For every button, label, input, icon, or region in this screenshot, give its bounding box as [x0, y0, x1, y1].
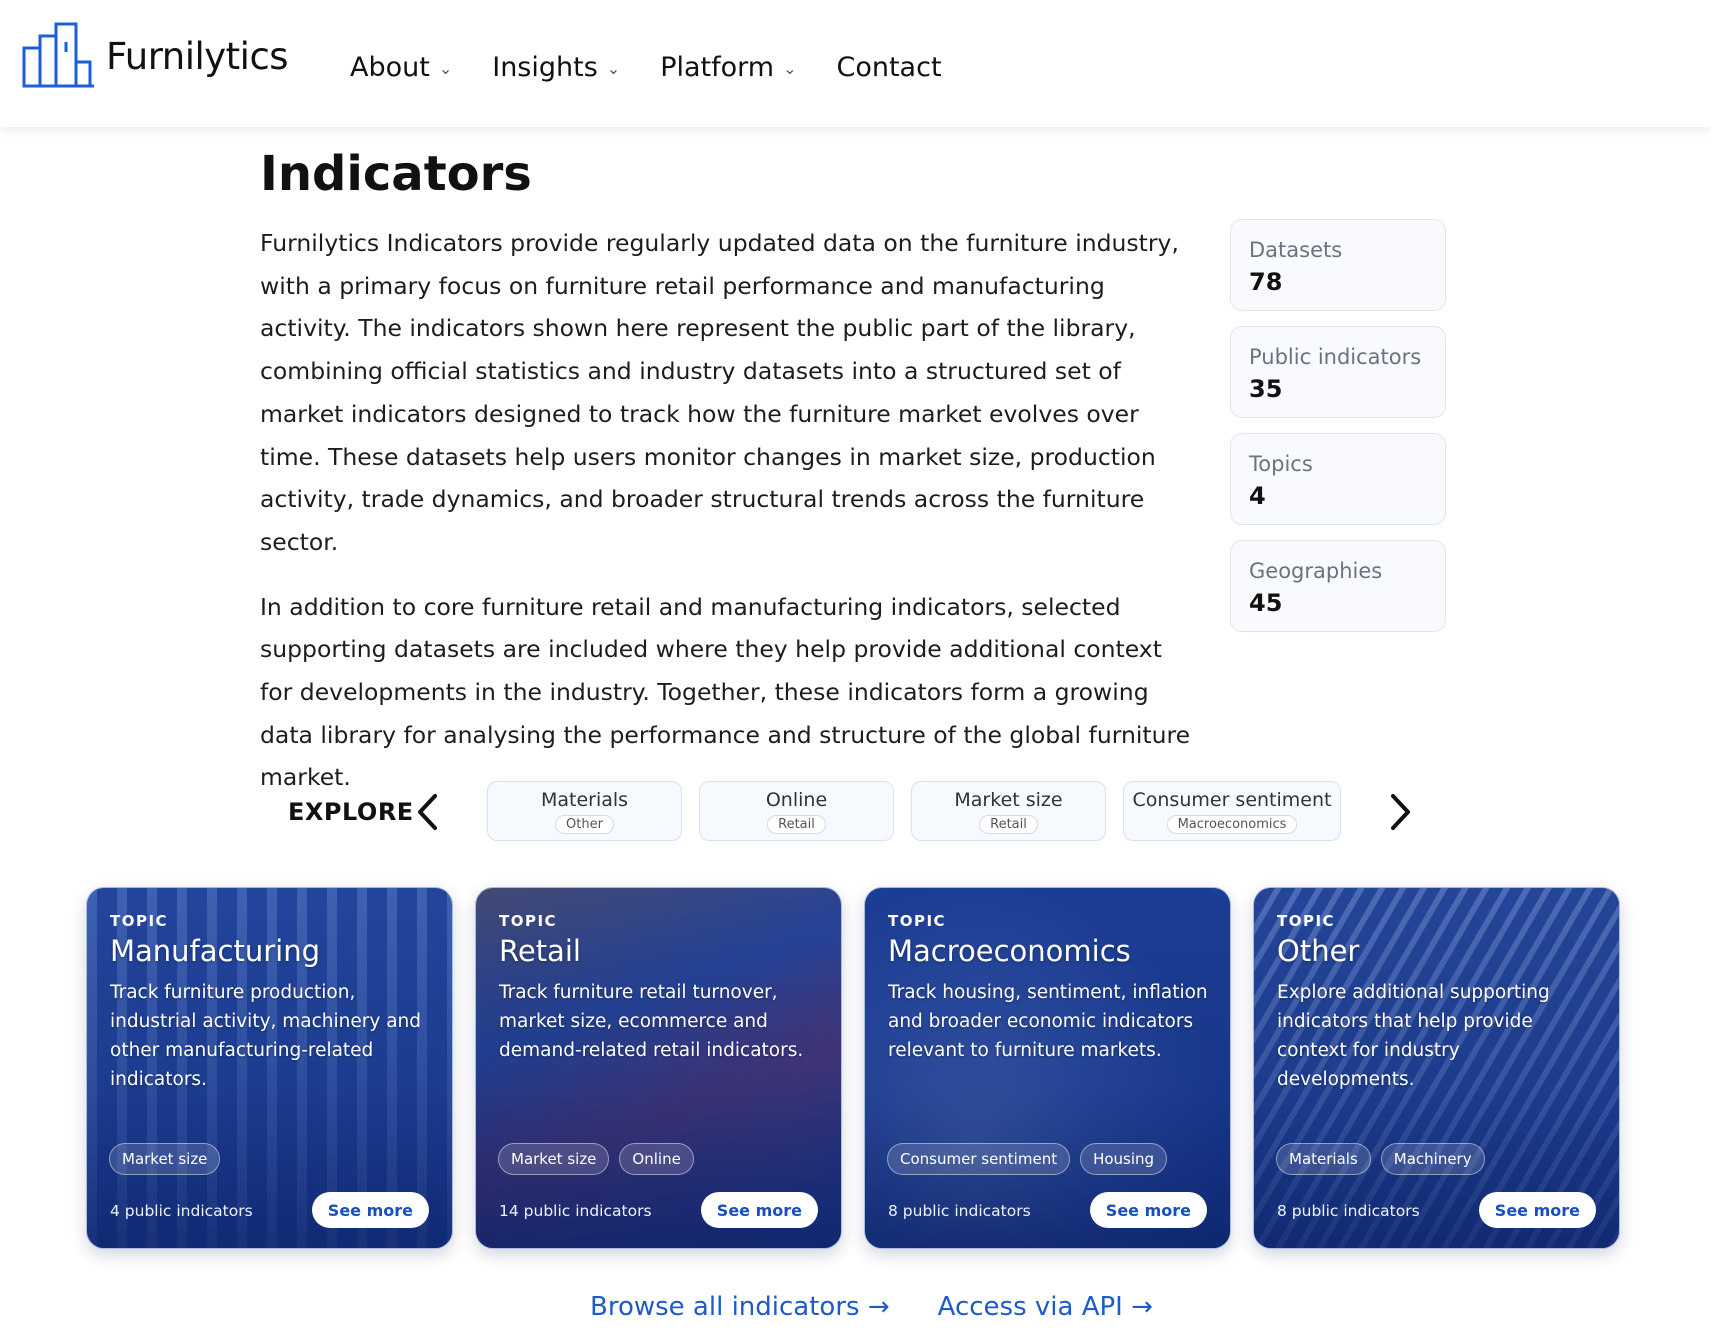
card-indicator-count: 14 public indicators [499, 1202, 652, 1220]
chip-title: Market size [954, 788, 1063, 811]
intro-paragraph: In addition to core furniture retail and… [260, 592, 1191, 792]
chip-consumer-sentiment[interactable]: Consumer sentiment Macroeconomics [1123, 781, 1341, 841]
card-tags: Consumer sentiment Housing [887, 1143, 1168, 1175]
nav-insights-label: Insights [492, 52, 598, 83]
bar-chart-logo-icon [22, 22, 94, 88]
card-title: Retail [499, 934, 581, 968]
stat-label: Datasets [1249, 238, 1343, 262]
chip-topic-badge: Retail [767, 814, 826, 834]
intro-paragraph: Furnilytics Indicators provide regularly… [260, 229, 1179, 556]
card-tag[interactable]: Machinery [1380, 1143, 1485, 1175]
topic-card-macroeconomics[interactable]: TOPIC Macroeconomics Track housing, sent… [864, 887, 1231, 1249]
main-nav: About ⌄ Insights ⌄ Platform ⌄ Contact [350, 52, 942, 83]
stat-label: Topics [1249, 452, 1313, 476]
topic-card-other[interactable]: TOPIC Other Explore additional supportin… [1253, 887, 1620, 1249]
explore-label: EXPLORE [288, 798, 414, 826]
chip-topic-badge: Other [555, 814, 614, 834]
stat-datasets: Datasets 78 [1230, 219, 1446, 311]
chevron-left-icon [418, 794, 437, 830]
nav-about-label: About [350, 52, 430, 83]
nav-platform[interactable]: Platform ⌄ [660, 52, 796, 83]
chevron-right-icon [1391, 794, 1410, 830]
nav-insights[interactable]: Insights ⌄ [492, 52, 620, 83]
card-title: Other [1277, 934, 1360, 968]
card-description: Track furniture retail turnover, market … [499, 982, 804, 1061]
chevron-down-icon: ⌄ [606, 59, 621, 78]
browse-all-indicators-link[interactable]: Browse all indicators → [590, 1292, 890, 1322]
chevron-down-icon: ⌄ [438, 59, 453, 78]
access-via-api-link[interactable]: Access via API → [938, 1292, 1153, 1322]
bottom-links: Browse all indicators → Access via API → [590, 1292, 1153, 1322]
card-tags: Materials Machinery [1276, 1143, 1485, 1175]
card-tags: Market size Online [498, 1143, 694, 1175]
card-topic-label: TOPIC [110, 912, 169, 930]
card-topic-label: TOPIC [499, 912, 558, 930]
card-tag[interactable]: Materials [1276, 1143, 1371, 1175]
card-tag[interactable]: Consumer sentiment [887, 1143, 1071, 1175]
stat-geographies: Geographies 45 [1230, 540, 1446, 632]
nav-platform-label: Platform [660, 52, 775, 83]
card-title: Macroeconomics [888, 934, 1131, 968]
chip-online[interactable]: Online Retail [699, 781, 894, 841]
chip-topic-badge: Retail [979, 814, 1038, 834]
card-tag[interactable]: Market size [498, 1143, 610, 1175]
brand-logo[interactable]: Furnilytics [22, 22, 289, 90]
card-tags: Market size [109, 1143, 221, 1175]
card-title: Manufacturing [110, 934, 320, 968]
card-indicator-count: 4 public indicators [110, 1202, 253, 1220]
stat-public-indicators: Public indicators 35 [1230, 326, 1446, 418]
stat-value: 4 [1249, 482, 1266, 510]
card-tag[interactable]: Online [619, 1143, 694, 1175]
see-more-button[interactable]: See more [700, 1192, 818, 1228]
card-description: Track furniture production, industrial a… [110, 982, 422, 1090]
carousel-prev-button[interactable] [408, 790, 448, 834]
chip-title: Consumer sentiment [1132, 788, 1332, 811]
chip-materials[interactable]: Materials Other [487, 781, 682, 841]
chip-title: Online [765, 788, 828, 811]
card-tag[interactable]: Housing [1080, 1143, 1168, 1175]
stat-label: Public indicators [1249, 345, 1422, 369]
stat-value: 78 [1249, 268, 1283, 296]
stats-panel: Datasets 78 Public indicators 35 Topics … [1230, 219, 1446, 647]
chip-topic-badge: Macroeconomics [1166, 814, 1298, 834]
chip-market-size[interactable]: Market size Retail [911, 781, 1106, 841]
card-description: Explore additional supporting indicators… [1277, 982, 1550, 1090]
explore-chips: Materials Other Online Retail Market siz… [487, 781, 1341, 841]
stat-label: Geographies [1249, 559, 1383, 583]
stat-topics: Topics 4 [1230, 433, 1446, 525]
card-tag[interactable]: Market size [109, 1143, 221, 1175]
nav-contact[interactable]: Contact [836, 52, 941, 83]
site-header: Furnilytics About ⌄ Insights ⌄ Platform … [0, 0, 1711, 127]
nav-about[interactable]: About ⌄ [350, 52, 452, 83]
see-more-button[interactable]: See more [1478, 1192, 1596, 1228]
see-more-button[interactable]: See more [1089, 1192, 1207, 1228]
intro-text: Furnilytics Indicators provide regularly… [260, 222, 1200, 799]
see-more-button[interactable]: See more [311, 1192, 429, 1228]
card-indicator-count: 8 public indicators [1277, 1202, 1420, 1220]
brand-name: Furnilytics [106, 34, 289, 78]
page-title: Indicators [260, 146, 532, 202]
card-indicator-count: 8 public indicators [888, 1202, 1031, 1220]
card-topic-label: TOPIC [1277, 912, 1336, 930]
topic-card-manufacturing[interactable]: TOPIC Manufacturing Track furniture prod… [86, 887, 453, 1249]
card-topic-label: TOPIC [888, 912, 947, 930]
card-description: Track housing, sentiment, inflation and … [888, 982, 1208, 1061]
chevron-down-icon: ⌄ [783, 59, 797, 78]
stat-value: 35 [1249, 375, 1283, 403]
nav-contact-label: Contact [836, 52, 942, 83]
carousel-next-button[interactable] [1380, 790, 1420, 834]
topic-card-retail[interactable]: TOPIC Retail Track furniture retail turn… [475, 887, 842, 1249]
chip-title: Materials [540, 788, 629, 811]
stat-value: 45 [1249, 589, 1283, 617]
